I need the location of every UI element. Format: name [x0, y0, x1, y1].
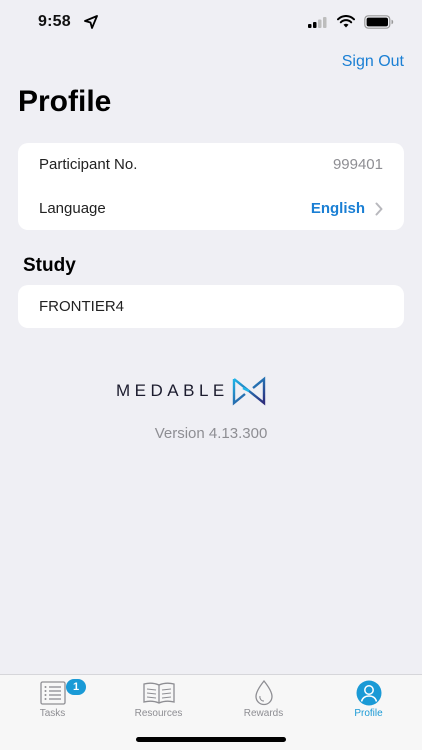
drop-icon	[254, 680, 273, 706]
tab-tasks[interactable]: Tasks 1	[0, 675, 105, 725]
status-bar: 9:58	[0, 0, 422, 44]
list-icon	[39, 681, 66, 705]
tab-profile-label: Profile	[354, 708, 383, 719]
participant-row: Participant No. 999401	[18, 143, 404, 186]
tab-resources[interactable]: Resources	[106, 675, 211, 725]
study-name: FRONTIER4	[39, 298, 125, 315]
study-card: FRONTIER4	[18, 285, 404, 328]
tab-profile[interactable]: Profile	[316, 675, 421, 725]
language-row[interactable]: Language English	[18, 187, 404, 230]
page-title: Profile	[18, 85, 112, 118]
profile-card: Participant No. 999401 Language English	[18, 143, 404, 230]
home-indicator[interactable]	[136, 737, 286, 742]
tab-resources-label: Resources	[134, 708, 183, 719]
location-arrow-icon	[84, 15, 98, 29]
language-value: English	[310, 200, 365, 217]
tab-rewards[interactable]: Rewards	[211, 675, 316, 725]
medable-logo-icon	[232, 376, 265, 406]
tab-bar: Tasks 1 Resources Rewards Profile	[0, 674, 422, 750]
logo-wordmark: MEDABLE	[116, 381, 229, 400]
participant-label: Participant No.	[39, 156, 138, 173]
tab-rewards-label: Rewards	[243, 708, 284, 719]
app-version: Version 4.13.300	[154, 425, 268, 442]
tasks-badge: 1	[66, 679, 86, 695]
language-label: Language	[39, 200, 106, 217]
participant-value: 999401	[332, 156, 383, 173]
status-time: 9:58	[38, 13, 71, 30]
tab-tasks-label: Tasks	[39, 708, 66, 719]
battery-icon	[364, 15, 394, 29]
cellular-signal-icon	[308, 17, 327, 28]
book-icon	[142, 682, 175, 704]
chevron-right-icon	[375, 202, 383, 215]
wifi-icon	[337, 15, 355, 28]
sign-out-button[interactable]: Sign Out	[342, 53, 404, 71]
medable-logo: MEDABLE	[116, 375, 306, 407]
study-section-title: Study	[23, 255, 76, 276]
person-icon	[356, 680, 381, 706]
